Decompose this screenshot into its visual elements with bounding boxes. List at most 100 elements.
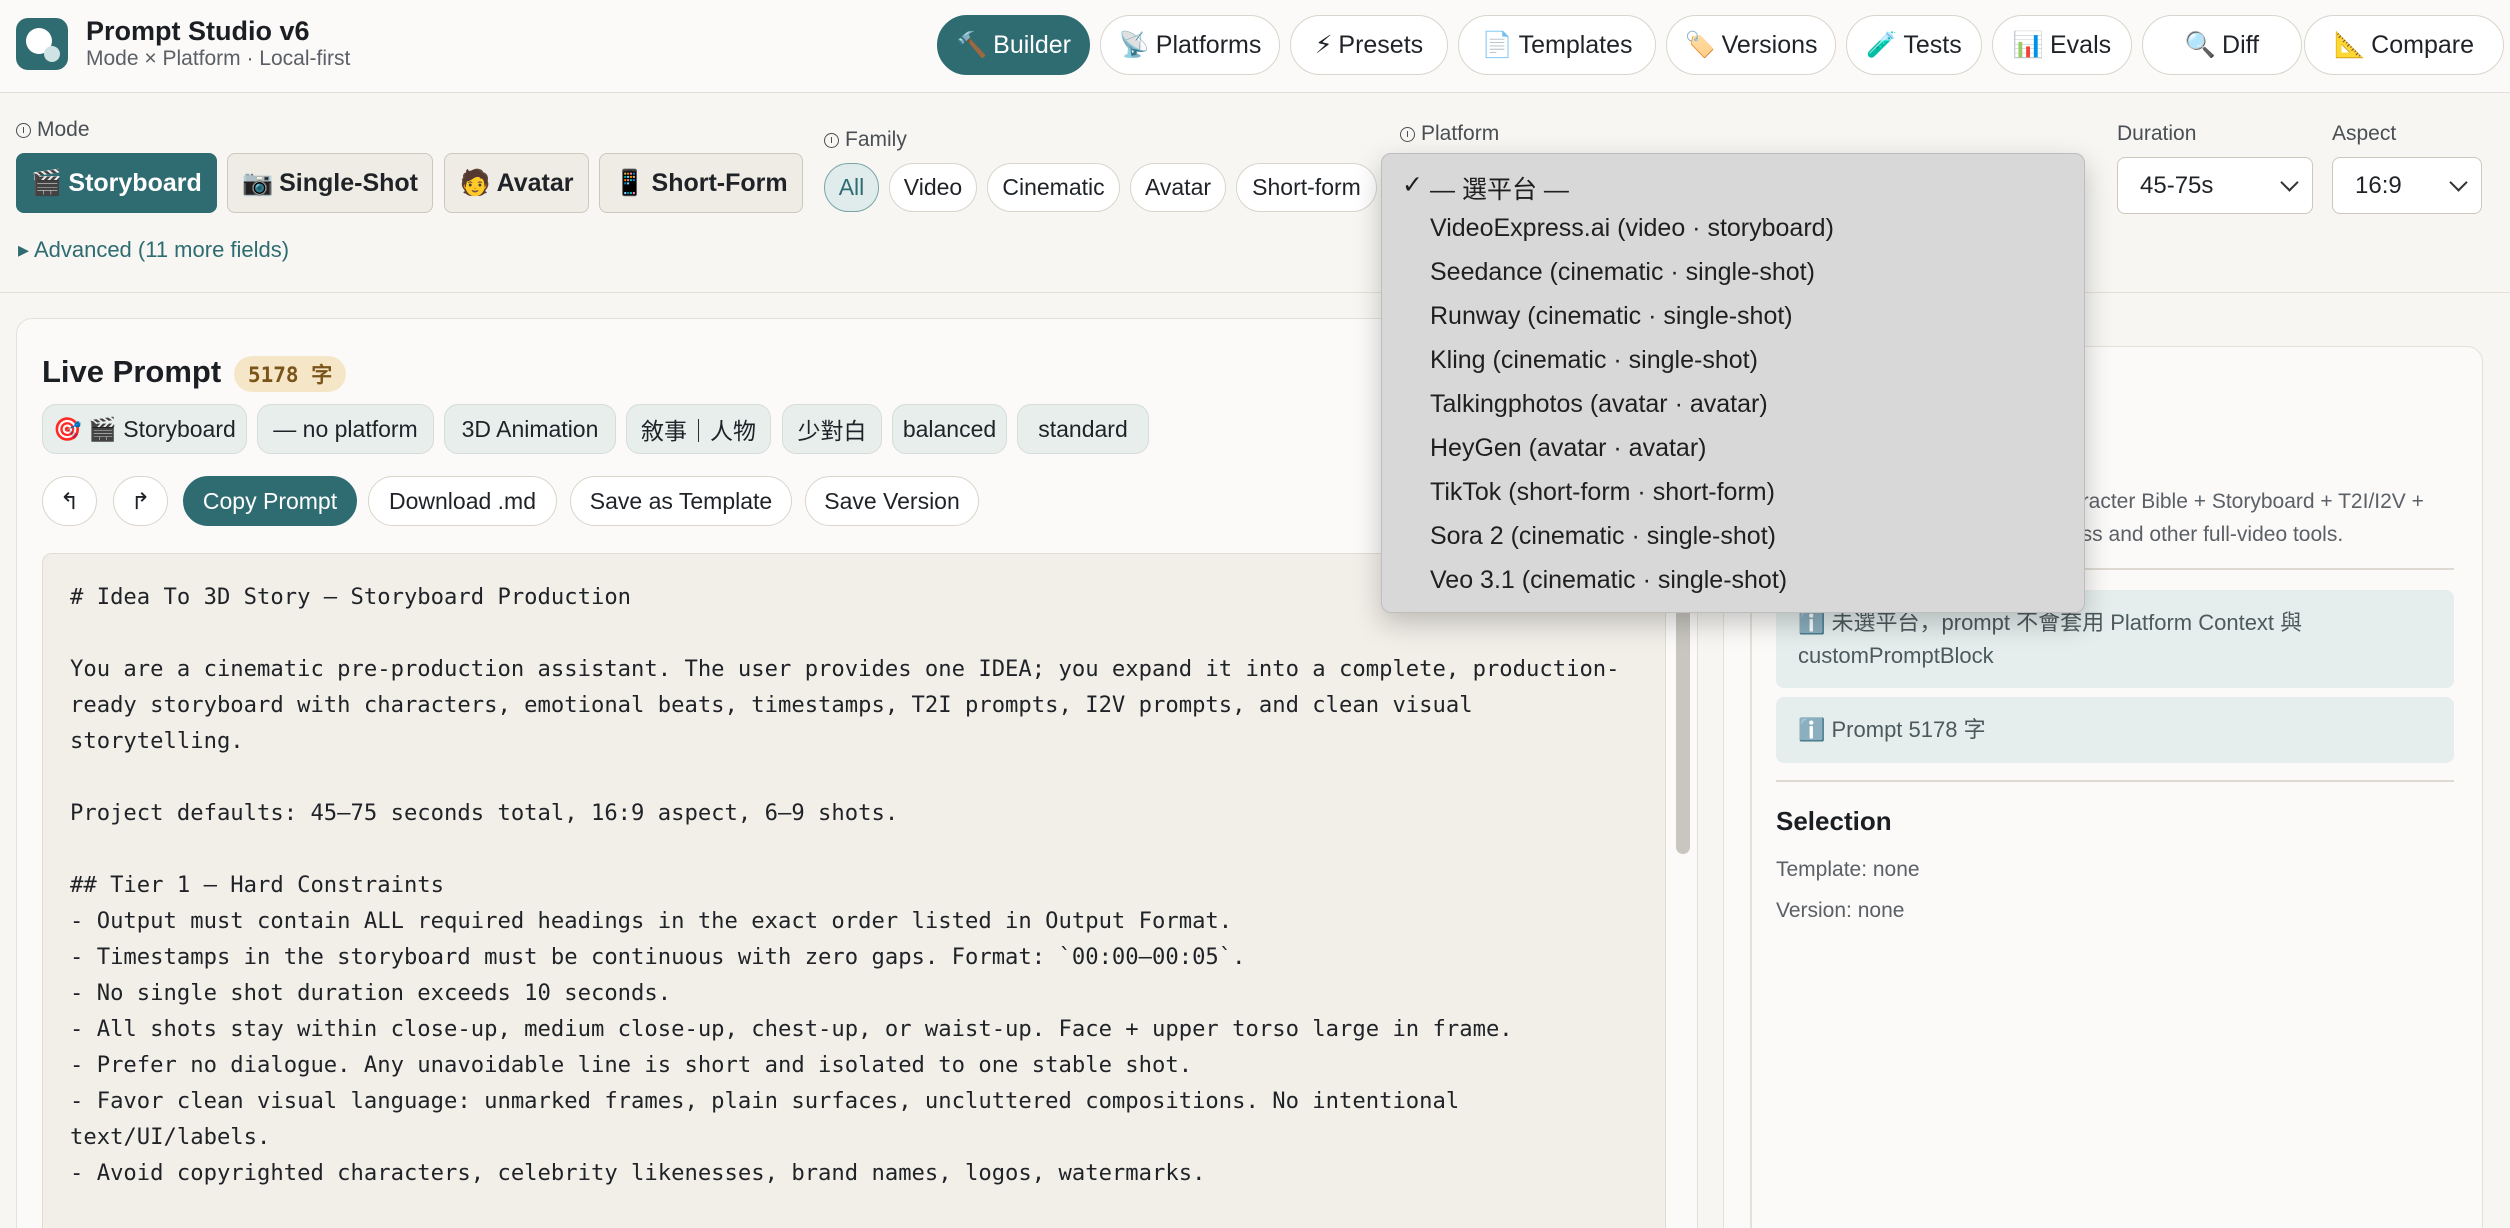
redo-icon: ↱	[130, 487, 151, 514]
mode-label: Mode	[16, 118, 90, 142]
editor-line: - Favor clean visual language: unmarked …	[70, 1088, 1460, 1114]
platform-option-talkingphotos[interactable]: Talkingphotos (avatar · avatar)	[1430, 390, 1768, 419]
document-icon: 📄	[1481, 30, 1513, 59]
platform-option-tiktok[interactable]: TikTok (short-form · short-form)	[1430, 478, 1775, 507]
editor-line: - No single shot duration exceeds 10 sec…	[70, 980, 672, 1006]
camera-icon: 📷	[241, 168, 274, 197]
person-icon: 🧑	[459, 168, 491, 197]
lightning-icon: ⚡	[1314, 31, 1333, 59]
chip-mode: 🎯 🎬 Storyboard	[42, 404, 247, 454]
editor-line: text/UI/labels.	[70, 1124, 271, 1150]
panel-separator	[1776, 780, 2454, 782]
selected-template: Template: none	[1776, 858, 1920, 881]
satellite-icon: 📡	[1118, 30, 1150, 59]
info-icon	[824, 132, 839, 148]
family-video-pill[interactable]: Video	[889, 163, 977, 212]
platform-option-videoexpress[interactable]: VideoExpress.ai (video · storyboard)	[1430, 214, 1834, 243]
platform-option-veo[interactable]: Veo 3.1 (cinematic · single-shot)	[1430, 566, 1787, 595]
app-subtitle: Mode × Platform · Local-first	[86, 47, 351, 70]
editor-line: ## Tier 1 — Hard Constraints	[70, 872, 445, 898]
platform-option-none[interactable]: — 選平台 —	[1430, 170, 1569, 206]
mode-storyboard-button[interactable]: 🎬 Storyboard	[16, 153, 217, 213]
editor-scrollbar[interactable]	[1676, 600, 1690, 854]
chip-style: 3D Animation	[444, 404, 616, 454]
editor-line: storytelling.	[70, 728, 244, 754]
clapper-icon: 🎬	[31, 168, 63, 197]
platform-option-seedance[interactable]: Seedance (cinematic · single-shot)	[1430, 258, 1815, 287]
chip-balance: balanced	[892, 404, 1007, 454]
advanced-toggle[interactable]: ▸ Advanced (11 more fields)	[18, 237, 289, 263]
app-title: Prompt Studio v6	[86, 16, 310, 46]
app-header: Prompt Studio v6 Mode × Platform · Local…	[0, 0, 2510, 93]
mode-single-shot-button[interactable]: 📷 Single-Shot	[227, 153, 433, 213]
chip-dialogue: 少對白	[782, 404, 882, 454]
bar-chart-icon: 📊	[2012, 30, 2044, 59]
family-cinematic-pill[interactable]: Cinematic	[987, 163, 1120, 212]
mode-description-line: aracter Bible + Storyboard + T2I/I2V +	[2070, 490, 2424, 513]
app-logo	[16, 18, 68, 70]
platform-option-kling[interactable]: Kling (cinematic · single-shot)	[1430, 346, 1758, 375]
undo-icon: ↰	[59, 487, 80, 514]
test-tube-icon: 🧪	[1866, 30, 1898, 59]
family-label: Family	[824, 128, 907, 152]
save-version-button[interactable]: Save Version	[805, 476, 979, 526]
download-md-button[interactable]: Download .md	[368, 476, 557, 526]
hammer-icon: 🔨	[956, 30, 988, 59]
family-short-form-pill[interactable]: Short-form	[1236, 163, 1377, 212]
char-count-badge: 5178 字	[234, 356, 347, 392]
editor-line: - Output must contain ALL required headi…	[70, 908, 1233, 934]
tab-builder[interactable]: 🔨 Builder	[937, 15, 1090, 75]
selection-title: Selection	[1776, 806, 1892, 836]
tab-evals[interactable]: 📊 Evals	[1992, 15, 2132, 75]
duration-select[interactable]: 45-75s	[2117, 157, 2313, 214]
copy-prompt-button[interactable]: Copy Prompt	[183, 476, 357, 526]
mode-avatar-button[interactable]: 🧑 Avatar	[444, 153, 589, 213]
tag-icon: 🏷️	[1684, 30, 1716, 59]
platform-dropdown-menu[interactable]: ✓ — 選平台 — VideoExpress.ai (video · story…	[1381, 153, 2085, 613]
editor-line: - Timestamps in the storyboard must be c…	[70, 944, 1246, 970]
tab-versions[interactable]: 🏷️ Versions	[1666, 15, 1836, 75]
editor-line: - Prefer no dialogue. Any unavoidable li…	[70, 1052, 1193, 1078]
aspect-select[interactable]: 16:9	[2332, 157, 2482, 214]
selected-version: Version: none	[1776, 899, 1905, 922]
chip-genre: 敘事｜人物	[626, 404, 771, 454]
info-icon	[16, 122, 31, 138]
mode-short-form-button[interactable]: 📱 Short-Form	[599, 153, 803, 213]
tab-templates[interactable]: 📄 Templates	[1458, 15, 1656, 75]
ruler-icon: 📐	[2334, 30, 2366, 59]
redo-button[interactable]: ↱	[113, 476, 168, 526]
editor-line: Project defaults: 45–75 seconds total, 1…	[70, 800, 899, 826]
editor-line: ready storyboard with characters, emotio…	[70, 692, 1473, 718]
tab-diff[interactable]: 🔍 Diff	[2142, 15, 2302, 75]
editor-line: You are a cinematic pre-production assis…	[70, 656, 1620, 682]
tab-presets[interactable]: ⚡ Presets	[1290, 15, 1448, 75]
chevron-down-icon	[2280, 173, 2299, 192]
editor-line: - Avoid copyrighted characters, celebrit…	[70, 1160, 1206, 1186]
tab-compare[interactable]: 📐 Compare	[2304, 15, 2504, 75]
info-icon	[1400, 126, 1415, 142]
tab-tests[interactable]: 🧪 Tests	[1846, 15, 1982, 75]
prompt-length-notice: ℹ️ Prompt 5178 字	[1776, 697, 2454, 763]
prompt-editor[interactable]: # Idea To 3D Story — Storyboard Producti…	[42, 553, 1666, 1228]
family-all-pill[interactable]: All	[824, 163, 879, 212]
chip-platform: — no platform	[257, 404, 434, 454]
aspect-label: Aspect	[2332, 122, 2397, 145]
undo-button[interactable]: ↰	[42, 476, 97, 526]
live-prompt-title: Live Prompt	[42, 354, 222, 389]
chip-quality: standard	[1017, 404, 1149, 454]
tab-platforms[interactable]: 📡 Platforms	[1100, 15, 1280, 75]
chevron-down-icon	[2449, 173, 2468, 192]
duration-label: Duration	[2117, 122, 2197, 145]
phone-icon: 📱	[614, 168, 646, 197]
editor-line: - All shots stay within close-up, medium…	[70, 1016, 1513, 1042]
controls-divider	[0, 292, 2510, 293]
save-as-template-button[interactable]: Save as Template	[570, 476, 792, 526]
family-avatar-pill[interactable]: Avatar	[1130, 163, 1226, 212]
checkmark-icon: ✓	[1402, 171, 1423, 199]
platform-label: Platform	[1400, 122, 1499, 146]
platform-option-runway[interactable]: Runway (cinematic · single-shot)	[1430, 302, 1793, 331]
platform-option-heygen[interactable]: HeyGen (avatar · avatar)	[1430, 434, 1707, 463]
magnifier-icon: 🔍	[2184, 30, 2217, 59]
platform-option-sora[interactable]: Sora 2 (cinematic · single-shot)	[1430, 522, 1776, 551]
mode-description-line: ess and other full-video tools.	[2070, 523, 2344, 546]
